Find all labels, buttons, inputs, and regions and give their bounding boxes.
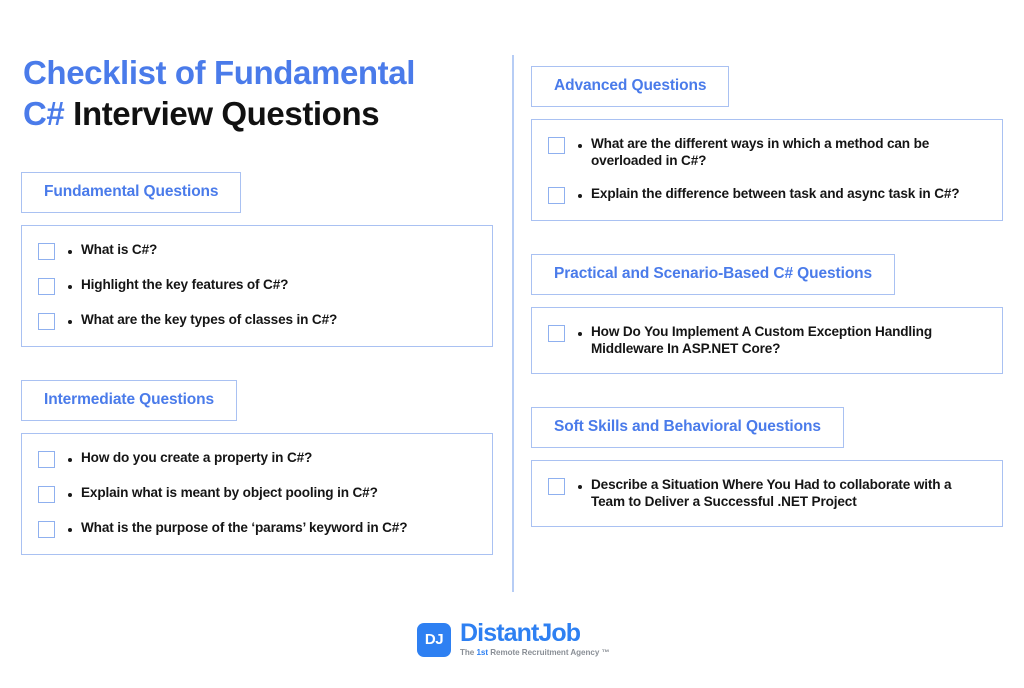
bullet-icon (578, 485, 582, 489)
checkbox[interactable] (548, 325, 565, 342)
page-title-line1: Checklist of Fundamental (23, 54, 415, 91)
question-row[interactable]: Highlight the key features of C#? (38, 277, 474, 295)
section-header-advanced: Advanced Questions (531, 66, 730, 107)
question-text: Explain what is meant by object pooling … (81, 485, 378, 500)
question-row[interactable]: What is C#? (38, 242, 474, 260)
logo-wordmark: DistantJob The 1st Remote Recruitment Ag… (460, 621, 610, 658)
checkbox[interactable] (548, 187, 565, 204)
infographic-page: Checklist of Fundamental C# Interview Qu… (0, 0, 1024, 688)
logo-tagline-suffix: Remote Recruitment Agency ™ (490, 648, 610, 657)
question-row[interactable]: How Do You Implement A Custom Exception … (548, 324, 984, 357)
question-row[interactable]: Explain what is meant by object pooling … (38, 485, 474, 503)
question-card-soft-skills: Describe a Situation Where You Had to co… (531, 460, 1003, 527)
question-row[interactable]: How do you create a property in C#? (38, 450, 474, 468)
right-column: Advanced Questions What are the differen… (531, 66, 1003, 527)
left-column: Checklist of Fundamental C# Interview Qu… (21, 48, 493, 555)
checkbox[interactable] (548, 478, 565, 495)
question-row[interactable]: Describe a Situation Where You Had to co… (548, 477, 984, 510)
question-text: Highlight the key features of C#? (81, 277, 289, 292)
logo-tagline-prefix: The (460, 648, 475, 657)
distantjob-logo[interactable]: DJ DistantJob The 1st Remote Recruitment… (417, 621, 610, 658)
logo-mark-icon: DJ (417, 622, 451, 657)
bullet-icon (68, 528, 72, 532)
question-text: What is the purpose of the ‘params’ keyw… (81, 520, 408, 535)
checkbox[interactable] (38, 486, 55, 503)
checkbox[interactable] (548, 137, 565, 154)
question-row[interactable]: What are the key types of classes in C#? (38, 312, 474, 330)
question-card-practical: How Do You Implement A Custom Exception … (531, 307, 1003, 374)
question-row[interactable]: Explain the difference between task and … (548, 186, 984, 204)
checkbox[interactable] (38, 451, 55, 468)
question-row[interactable]: What is the purpose of the ‘params’ keyw… (38, 520, 474, 538)
bullet-icon (68, 458, 72, 462)
question-text: How Do You Implement A Custom Exception … (591, 324, 932, 356)
checkbox[interactable] (38, 521, 55, 538)
checkbox[interactable] (38, 243, 55, 260)
section-header-soft-skills: Soft Skills and Behavioral Questions (531, 407, 844, 448)
page-title: Checklist of Fundamental C# Interview Qu… (23, 48, 493, 134)
question-card-intermediate: How do you create a property in C#? Expl… (21, 433, 493, 555)
logo-tagline: The 1st Remote Recruitment Agency ™ (460, 648, 610, 658)
question-text: What is C#? (81, 242, 158, 257)
question-text: What are the key types of classes in C#? (81, 312, 338, 327)
question-text: Describe a Situation Where You Had to co… (591, 477, 952, 509)
bullet-icon (578, 144, 582, 148)
bullet-icon (68, 285, 72, 289)
checkbox[interactable] (38, 313, 55, 330)
question-row[interactable]: What are the different ways in which a m… (548, 136, 984, 169)
column-divider (512, 55, 514, 592)
question-text: How do you create a property in C#? (81, 450, 313, 465)
page-title-line2-dark: Interview Questions (73, 95, 380, 132)
question-card-advanced: What are the different ways in which a m… (531, 119, 1003, 221)
page-title-line2-accent: C# (23, 95, 65, 132)
question-card-fundamental: What is C#? Highlight the key features o… (21, 225, 493, 347)
bullet-icon (68, 250, 72, 254)
checkbox[interactable] (38, 278, 55, 295)
bullet-icon (578, 332, 582, 336)
bullet-icon (68, 493, 72, 497)
question-text: Explain the difference between task and … (591, 186, 960, 201)
bullet-icon (68, 320, 72, 324)
question-text: What are the different ways in which a m… (591, 136, 930, 168)
section-header-intermediate: Intermediate Questions (21, 380, 238, 421)
section-header-fundamental: Fundamental Questions (21, 172, 242, 213)
section-header-practical: Practical and Scenario-Based C# Question… (531, 254, 896, 295)
logo-name: DistantJob (460, 619, 581, 647)
logo-tagline-highlight: 1st (476, 648, 489, 657)
bullet-icon (578, 194, 582, 198)
